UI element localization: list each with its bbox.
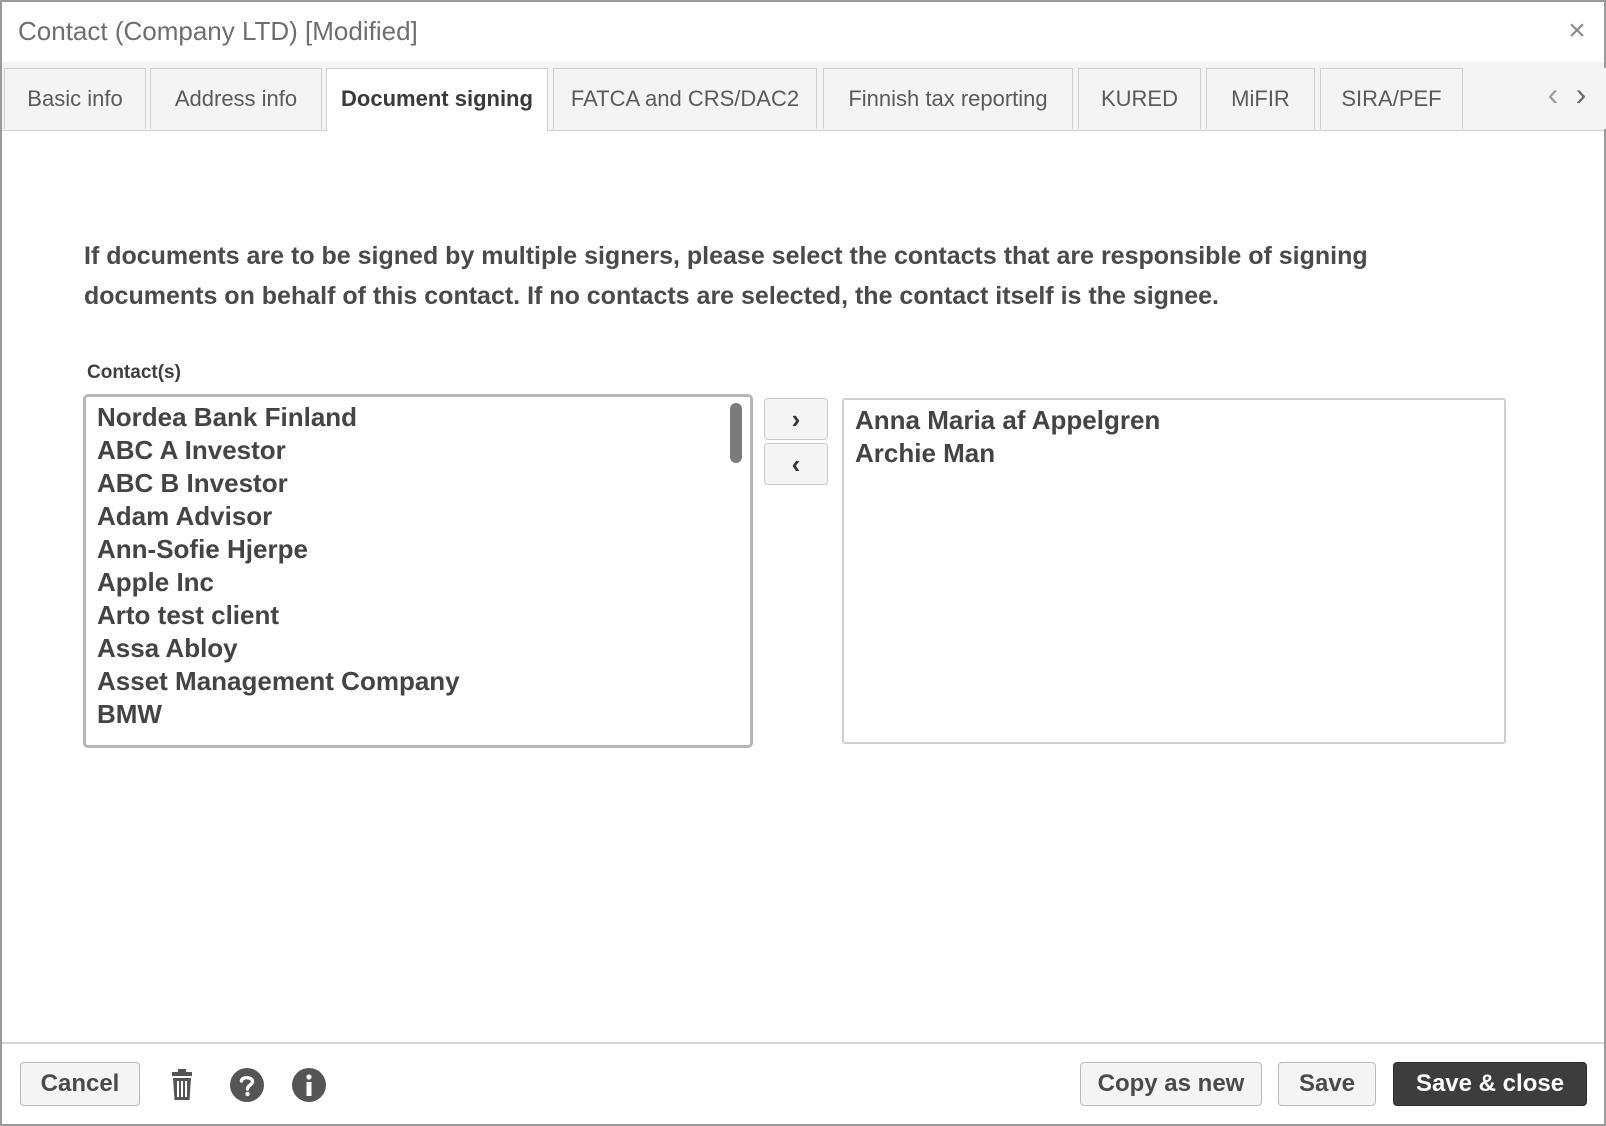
signing-instructions: If documents are to be signed by multipl…: [84, 242, 1368, 310]
cancel-button[interactable]: Cancel: [20, 1062, 140, 1106]
list-item[interactable]: Archie Man: [855, 438, 995, 469]
tab-bar: Basic info Address info Document signing…: [2, 62, 1606, 131]
list-item[interactable]: Apple Inc: [97, 567, 214, 598]
save-and-close-button[interactable]: Save & close: [1393, 1062, 1587, 1106]
help-icon[interactable]: [229, 1067, 265, 1103]
list-item[interactable]: Ann-Sofie Hjerpe: [97, 534, 308, 565]
tab-kured[interactable]: KURED: [1078, 68, 1201, 129]
trash-icon[interactable]: [164, 1067, 200, 1103]
list-item[interactable]: Nordea Bank Finland: [97, 402, 357, 433]
tab-scroll-left-icon[interactable]: ‹: [1540, 74, 1566, 114]
tab-address-info[interactable]: Address info: [150, 68, 322, 129]
selected-contacts-list[interactable]: Anna Maria af Appelgren Archie Man: [842, 398, 1506, 744]
copy-as-new-button[interactable]: Copy as new: [1080, 1062, 1262, 1106]
tab-scroll-right-icon[interactable]: ›: [1568, 74, 1594, 114]
list-item[interactable]: Asset Management Company: [97, 666, 460, 697]
list-item[interactable]: ABC B Investor: [97, 468, 288, 499]
tab-sira-pef[interactable]: SIRA/PEF: [1320, 68, 1463, 129]
list-item[interactable]: Anna Maria af Appelgren: [855, 405, 1160, 436]
info-icon[interactable]: [291, 1067, 327, 1103]
close-icon[interactable]: ×: [1562, 14, 1592, 48]
list-item[interactable]: Assa Abloy: [97, 633, 238, 664]
move-right-button[interactable]: ›: [764, 398, 828, 440]
tab-document-signing[interactable]: Document signing: [326, 68, 548, 131]
list-item[interactable]: ABC A Investor: [97, 435, 286, 466]
list-item[interactable]: BMW: [97, 699, 162, 730]
tab-basic-info[interactable]: Basic info: [4, 68, 146, 129]
dialog-title: Contact (Company LTD) [Modified]: [18, 16, 418, 46]
tab-fatca-crs[interactable]: FATCA and CRS/DAC2: [553, 68, 817, 129]
contact-dialog: Contact (Company LTD) [Modified] × Basic…: [0, 0, 1606, 1126]
available-contacts-list[interactable]: Nordea Bank Finland ABC A Investor ABC B…: [83, 394, 753, 748]
tab-finnish-tax-reporting[interactable]: Finnish tax reporting: [823, 68, 1073, 129]
contacts-field-label: Contact(s): [87, 362, 181, 383]
move-left-button[interactable]: ‹: [764, 443, 828, 485]
dialog-titlebar: Contact (Company LTD) [Modified] ×: [2, 2, 1604, 63]
list-item[interactable]: Adam Advisor: [97, 501, 272, 532]
save-button[interactable]: Save: [1278, 1062, 1376, 1106]
list-scrollbar-thumb[interactable]: [730, 403, 742, 463]
tab-mifir[interactable]: MiFIR: [1206, 68, 1315, 129]
list-item[interactable]: Arto test client: [97, 600, 279, 631]
